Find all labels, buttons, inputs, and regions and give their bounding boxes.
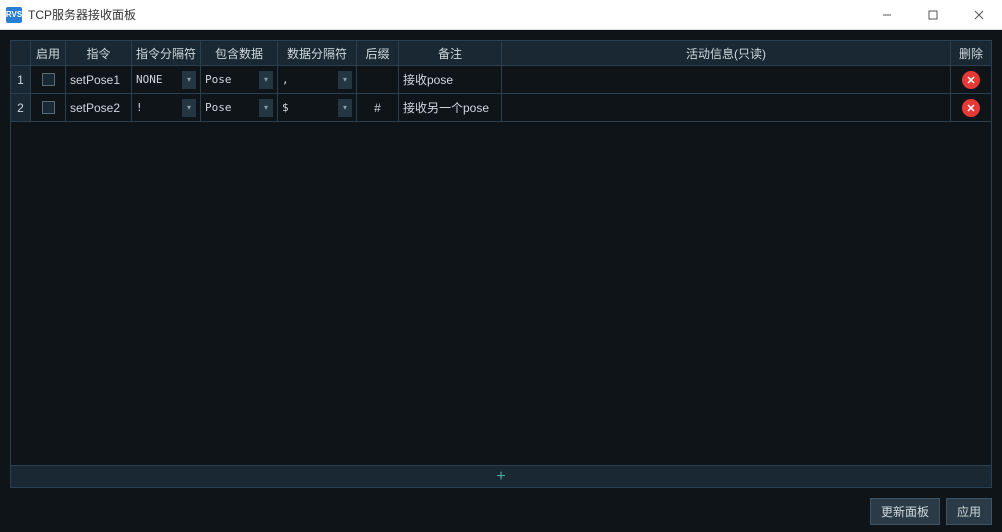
header-sep1: 指令分隔符 xyxy=(132,41,201,65)
remark-cell[interactable]: 接收pose xyxy=(399,66,502,94)
checkbox-icon[interactable] xyxy=(42,101,55,114)
minimize-button[interactable] xyxy=(864,0,910,30)
chevron-down-icon[interactable]: ▾ xyxy=(259,99,273,117)
sep2-value: $ xyxy=(282,101,338,114)
header-remark: 备注 xyxy=(399,41,502,65)
window-controls xyxy=(864,0,1002,30)
table-header: 启用 指令 指令分隔符 包含数据 数据分隔符 后缀 备注 活动信息(只读) 删除 xyxy=(11,41,991,66)
sep1-value: NONE xyxy=(136,73,182,86)
titlebar: RVS TCP服务器接收面板 xyxy=(0,0,1002,30)
data-cell[interactable]: Pose▾ xyxy=(201,94,278,122)
footer: 更新面板 应用 xyxy=(10,494,992,525)
chevron-down-icon[interactable]: ▾ xyxy=(338,71,352,89)
chevron-down-icon[interactable]: ▾ xyxy=(259,71,273,89)
close-icon xyxy=(966,103,976,113)
data-cell[interactable]: Pose▾ xyxy=(201,66,278,94)
client-area: 启用 指令 指令分隔符 包含数据 数据分隔符 后缀 备注 活动信息(只读) 删除… xyxy=(0,30,1002,532)
apply-button[interactable]: 应用 xyxy=(946,498,992,525)
app-icon: RVS xyxy=(6,7,22,23)
remark-cell[interactable]: 接收另一个pose xyxy=(399,94,502,122)
header-info: 活动信息(只读) xyxy=(502,41,951,65)
header-suffix: 后缀 xyxy=(357,41,399,65)
close-button[interactable] xyxy=(956,0,1002,30)
enable-cell[interactable] xyxy=(31,94,66,122)
sep2-cell[interactable]: $▾ xyxy=(278,94,357,122)
table-row: 1setPose1NONE▾Pose▾,▾接收pose xyxy=(11,66,991,94)
delete-cell xyxy=(951,94,991,122)
header-rownum xyxy=(11,41,31,65)
data-value: Pose xyxy=(205,73,259,86)
header-cmd: 指令 xyxy=(66,41,132,65)
sep1-cell[interactable]: !▾ xyxy=(132,94,201,122)
delete-row-button[interactable] xyxy=(962,99,980,117)
chevron-down-icon[interactable]: ▾ xyxy=(182,99,196,117)
header-enable: 启用 xyxy=(31,41,66,65)
close-icon xyxy=(966,75,976,85)
sep1-value: ! xyxy=(136,101,182,114)
table-panel: 启用 指令 指令分隔符 包含数据 数据分隔符 后缀 备注 活动信息(只读) 删除… xyxy=(10,40,992,488)
table-row: 2setPose2!▾Pose▾$▾#接收另一个pose xyxy=(11,94,991,122)
cmd-cell[interactable]: setPose1 xyxy=(66,66,132,94)
sep2-value: , xyxy=(282,73,338,86)
row-number: 2 xyxy=(11,94,31,122)
table-body: 1setPose1NONE▾Pose▾,▾接收pose2setPose2!▾Po… xyxy=(11,66,991,487)
sep1-cell[interactable]: NONE▾ xyxy=(132,66,201,94)
data-value: Pose xyxy=(205,101,259,114)
info-cell xyxy=(502,94,951,122)
enable-cell[interactable] xyxy=(31,66,66,94)
row-number: 1 xyxy=(11,66,31,94)
maximize-button[interactable] xyxy=(910,0,956,30)
suffix-cell[interactable] xyxy=(357,66,399,94)
chevron-down-icon[interactable]: ▾ xyxy=(338,99,352,117)
delete-row-button[interactable] xyxy=(962,71,980,89)
header-sep2: 数据分隔符 xyxy=(278,41,357,65)
header-delete: 删除 xyxy=(951,41,991,65)
chevron-down-icon[interactable]: ▾ xyxy=(182,71,196,89)
delete-cell xyxy=(951,66,991,94)
update-panel-button[interactable]: 更新面板 xyxy=(870,498,940,525)
add-row-button[interactable]: + xyxy=(11,465,991,487)
header-data: 包含数据 xyxy=(201,41,278,65)
cmd-cell[interactable]: setPose2 xyxy=(66,94,132,122)
sep2-cell[interactable]: ,▾ xyxy=(278,66,357,94)
suffix-cell[interactable]: # xyxy=(357,94,399,122)
checkbox-icon[interactable] xyxy=(42,73,55,86)
info-cell xyxy=(502,66,951,94)
window-title: TCP服务器接收面板 xyxy=(28,6,136,23)
